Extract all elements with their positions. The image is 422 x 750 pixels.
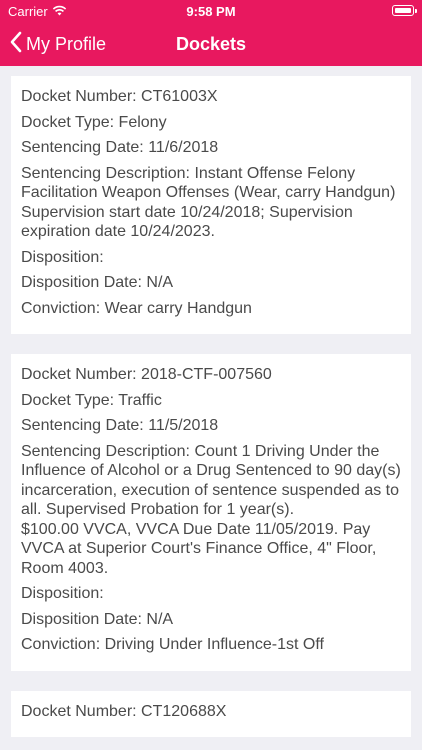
dockets-list[interactable]: Docket Number: CT61003X Docket Type: Fel… [0, 66, 422, 750]
disposition-date-label: Disposition Date: [21, 274, 142, 291]
sentencing-description-label: Sentencing Description: [21, 442, 190, 460]
docket-number-label: Docket Number: [21, 702, 137, 720]
conviction-label: Conviction: [21, 636, 101, 653]
docket-number-row: Docket Number: 2018-CTF-007560 [21, 365, 401, 385]
docket-type-label: Docket Type: [21, 391, 115, 409]
sentencing-description-label: Sentencing Description: [21, 164, 190, 182]
docket-card: Docket Number: CT61003X Docket Type: Fel… [11, 76, 411, 334]
sentencing-date-value: 11/6/2018 [148, 139, 219, 156]
docket-type-row: Docket Type: Felony [21, 113, 401, 133]
docket-card: Docket Number: CT120688X [11, 690, 411, 737]
docket-card: Docket Number: 2018-CTF-007560 Docket Ty… [11, 354, 411, 671]
header-bar: Carrier 9:58 PM My Profile Dockets [0, 0, 422, 66]
docket-number-value: CT120688X [141, 702, 227, 720]
sentencing-date-row: Sentencing Date: 11/6/2018 [21, 138, 401, 158]
conviction-row: Conviction: Driving Under Influence-1st … [21, 635, 401, 655]
disposition-date-row: Disposition Date: N/A [21, 273, 401, 293]
conviction-label: Conviction: [21, 299, 101, 317]
docket-type-value: Felony [118, 113, 167, 131]
sentencing-description-value: Count 1 Driving Under the Influence of A… [21, 442, 401, 577]
docket-type-row: Docket Type: Traffic [21, 391, 401, 411]
conviction-row: Conviction: Wear carry Handgun [21, 299, 401, 319]
docket-number-row: Docket Number: CT120688X [21, 702, 401, 722]
disposition-row: Disposition: [21, 584, 401, 604]
docket-number-value: 2018-CTF-007560 [141, 366, 272, 383]
docket-type-value: Traffic [118, 391, 162, 409]
disposition-date-row: Disposition Date: N/A [21, 610, 401, 630]
sentencing-description-row: Sentencing Description: Instant Offense … [21, 164, 401, 242]
sentencing-date-value: 11/5/2018 [148, 417, 219, 434]
back-button[interactable]: My Profile [10, 22, 106, 66]
chevron-left-icon [10, 31, 22, 58]
disposition-row: Disposition: [21, 248, 401, 268]
docket-number-label: Docket Number: [21, 366, 137, 383]
disposition-date-label: Disposition Date: [21, 610, 142, 628]
sentencing-date-label: Sentencing Date: [21, 139, 144, 156]
disposition-label: Disposition: [21, 585, 104, 602]
disposition-date-value: N/A [146, 610, 174, 628]
sentencing-description-row: Sentencing Description: Count 1 Driving … [21, 442, 401, 579]
navigation-bar: My Profile Dockets [0, 22, 422, 66]
status-bar: Carrier 9:58 PM [0, 0, 422, 22]
docket-number-value: CT61003X [141, 88, 218, 105]
battery-icon [392, 5, 417, 16]
conviction-value: Driving Under Influence-1st Off [104, 636, 324, 653]
conviction-value: Wear carry Handgun [104, 299, 252, 317]
back-button-label: My Profile [26, 33, 107, 54]
sentencing-date-label: Sentencing Date: [21, 417, 144, 434]
disposition-label: Disposition: [21, 248, 104, 266]
docket-type-label: Docket Type: [21, 113, 115, 131]
status-time: 9:58 PM [186, 4, 236, 19]
sentencing-date-row: Sentencing Date: 11/5/2018 [21, 416, 401, 436]
docket-number-row: Docket Number: CT61003X [21, 87, 401, 107]
disposition-date-value: N/A [146, 274, 174, 291]
docket-number-label: Docket Number: [21, 88, 137, 105]
